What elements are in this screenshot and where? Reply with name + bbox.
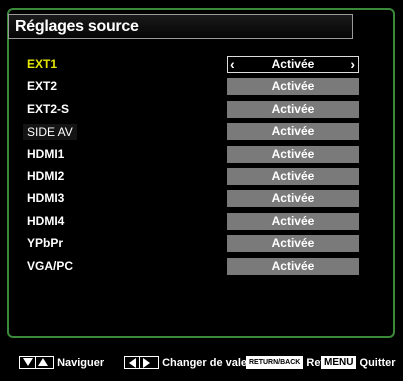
value-text: Activée xyxy=(271,57,315,71)
hint-change-value-label: Changer de valeur xyxy=(162,357,259,369)
row-label: EXT1 xyxy=(27,57,58,71)
arrow-down-icon xyxy=(23,357,33,366)
row-hdmi4[interactable]: HDMI4 Activée xyxy=(0,212,403,234)
return-back-key-icon: RETURN/BACK xyxy=(246,355,304,369)
key-divider xyxy=(139,356,140,368)
hint-navigate-label: Naviguer xyxy=(57,357,105,369)
row-hdmi3[interactable]: HDMI3 Activée xyxy=(0,189,403,211)
hint-quit: MENU Quitter xyxy=(321,355,396,373)
arrow-right-icon xyxy=(143,357,150,368)
hint-navigate: Naviguer xyxy=(19,355,104,373)
hint-change-value: Changer de valeur xyxy=(124,355,258,373)
row-label: SIDE AV xyxy=(23,124,77,141)
value-box[interactable]: Activée xyxy=(227,190,359,208)
row-label: HDMI4 xyxy=(27,213,65,228)
row-ypbpr[interactable]: YPbPr Activée xyxy=(0,234,403,256)
row-label: EXT2-S xyxy=(27,101,70,116)
menu-key-icon: MENU xyxy=(321,355,357,369)
left-right-keys-icon xyxy=(124,355,159,369)
page-title: Réglages source xyxy=(15,18,139,35)
value-box[interactable]: Activée xyxy=(227,235,359,253)
arrow-up-icon xyxy=(38,357,48,366)
row-label: HDMI2 xyxy=(27,168,65,183)
source-list: EXT1 ‹ Activée › EXT2 Activée EXT2-S Act… xyxy=(0,55,403,279)
row-hdmi1[interactable]: HDMI1 Activée xyxy=(0,145,403,167)
arrow-left-icon xyxy=(129,357,136,368)
value-box[interactable]: Activée xyxy=(227,257,359,275)
row-label: VGA/PC xyxy=(27,258,74,273)
footer-hints: Naviguer Changer de valeur RETURN/BACK R… xyxy=(0,355,403,373)
row-ext1[interactable]: EXT1 ‹ Activée › xyxy=(0,55,403,77)
value-box[interactable]: Activée xyxy=(227,212,359,230)
value-selector[interactable]: ‹ Activée › xyxy=(227,56,359,73)
value-box[interactable]: Activée xyxy=(227,100,359,118)
value-box[interactable]: Activée xyxy=(227,123,359,141)
row-ext2[interactable]: EXT2 Activée xyxy=(0,77,403,99)
value-box[interactable]: Activée xyxy=(227,167,359,185)
chevron-left-icon[interactable]: ‹ xyxy=(230,57,235,72)
value-box[interactable]: Activée xyxy=(227,78,359,96)
row-label: EXT2 xyxy=(27,79,58,94)
title-bar: Réglages source xyxy=(8,14,353,39)
up-down-keys-icon xyxy=(19,355,54,369)
row-label: HDMI3 xyxy=(27,191,65,206)
row-ext2-s[interactable]: EXT2-S Activée xyxy=(0,100,403,122)
tv-screen: Réglages source EXT1 ‹ Activée › EXT2 Ac… xyxy=(0,0,403,381)
value-box[interactable]: Activée xyxy=(227,145,359,163)
chevron-right-icon[interactable]: › xyxy=(350,57,355,72)
row-side-av[interactable]: SIDE AV Activée xyxy=(0,122,403,144)
key-divider xyxy=(35,356,36,368)
row-label: YPbPr xyxy=(27,236,64,251)
hint-quit-label: Quitter xyxy=(359,357,396,369)
row-hdmi2[interactable]: HDMI2 Activée xyxy=(0,167,403,189)
row-label: HDMI1 xyxy=(27,146,65,161)
row-vga-pc[interactable]: VGA/PC Activée xyxy=(0,257,403,279)
